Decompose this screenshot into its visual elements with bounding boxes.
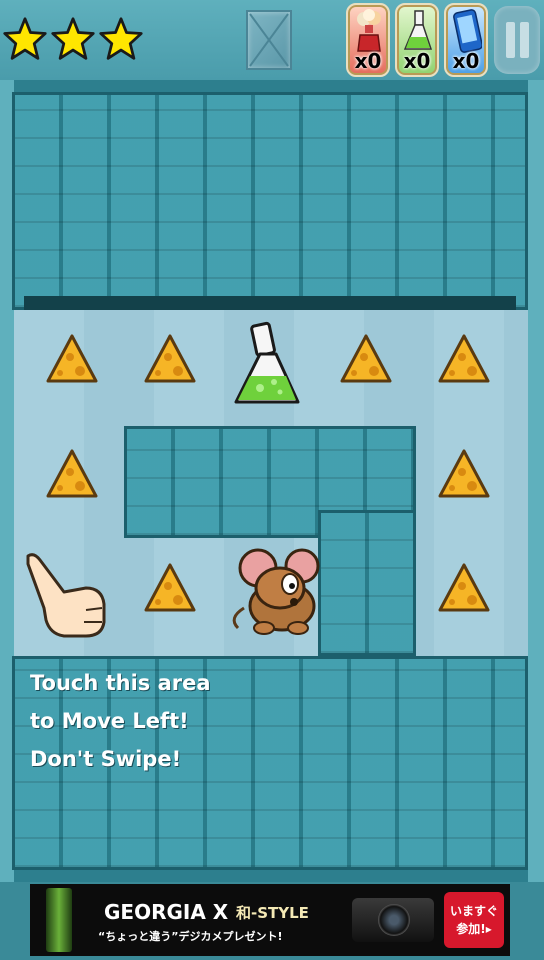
ad-brand: GEORGIA X bbox=[104, 900, 229, 924]
star-icon bbox=[99, 17, 143, 60]
flask-count: x0 bbox=[403, 49, 431, 73]
powerup-phone-button[interactable]: x0 bbox=[444, 3, 488, 77]
cheese-icon bbox=[340, 334, 392, 383]
inner-wall bbox=[318, 510, 416, 656]
mouse-icon bbox=[232, 548, 320, 635]
cheese-icon bbox=[438, 563, 490, 612]
tutorial-hint: Touch this area to Move Left! Don't Swip… bbox=[30, 664, 290, 778]
cheese-icon bbox=[144, 563, 196, 612]
tutorial-line: Don't Swipe! bbox=[30, 747, 182, 771]
phone-icon bbox=[453, 9, 482, 53]
tutorial-line: Touch this area bbox=[30, 671, 211, 695]
pointing-hand-icon bbox=[26, 553, 106, 638]
star-icon bbox=[3, 17, 47, 60]
cheese-icon bbox=[46, 334, 98, 383]
flask-icon bbox=[403, 10, 433, 50]
ad-banner[interactable]: GEORGIA X 和-STYLE “ちょっと違う”デジカメプレゼント! います… bbox=[30, 884, 510, 956]
wall-ledge bbox=[24, 296, 516, 310]
cheese-icon bbox=[46, 449, 98, 498]
pause-button[interactable] bbox=[494, 6, 540, 74]
ad-tagline: “ちょっと違う”デジカメプレゼント! bbox=[98, 930, 283, 943]
ad-camera-image bbox=[352, 898, 434, 942]
game-board[interactable]: Touch this area to Move Left! Don't Swip… bbox=[0, 80, 544, 882]
tutorial-line: to Move Left! bbox=[30, 709, 189, 733]
pause-icon bbox=[506, 22, 515, 58]
menu-button[interactable] bbox=[246, 10, 292, 70]
phone-count: x0 bbox=[452, 49, 480, 73]
right-border bbox=[528, 80, 544, 882]
powerup-bomb-button[interactable]: x0 bbox=[346, 3, 390, 77]
crossed-tile-icon bbox=[249, 13, 289, 67]
bomb-potion-icon bbox=[357, 9, 381, 52]
top-hud: x0 x0 x0 bbox=[0, 0, 544, 80]
bomb-count: x0 bbox=[354, 49, 382, 73]
ad-can-image bbox=[46, 888, 72, 952]
ad-cta-line: いますぐ bbox=[449, 904, 498, 918]
green-flask-icon bbox=[234, 321, 300, 404]
ad-style-label: 和-STYLE bbox=[236, 904, 309, 922]
cheese-icon bbox=[144, 334, 196, 383]
star-icon bbox=[51, 17, 95, 60]
top-wall bbox=[12, 92, 528, 310]
cheese-icon bbox=[438, 334, 490, 383]
ad-cta-line: 参加! bbox=[456, 922, 486, 936]
powerup-flask-button[interactable]: x0 bbox=[395, 3, 439, 77]
ad-cta-button[interactable]: いますぐ 参加!▸ bbox=[444, 892, 504, 948]
cheese-icon bbox=[438, 449, 490, 498]
